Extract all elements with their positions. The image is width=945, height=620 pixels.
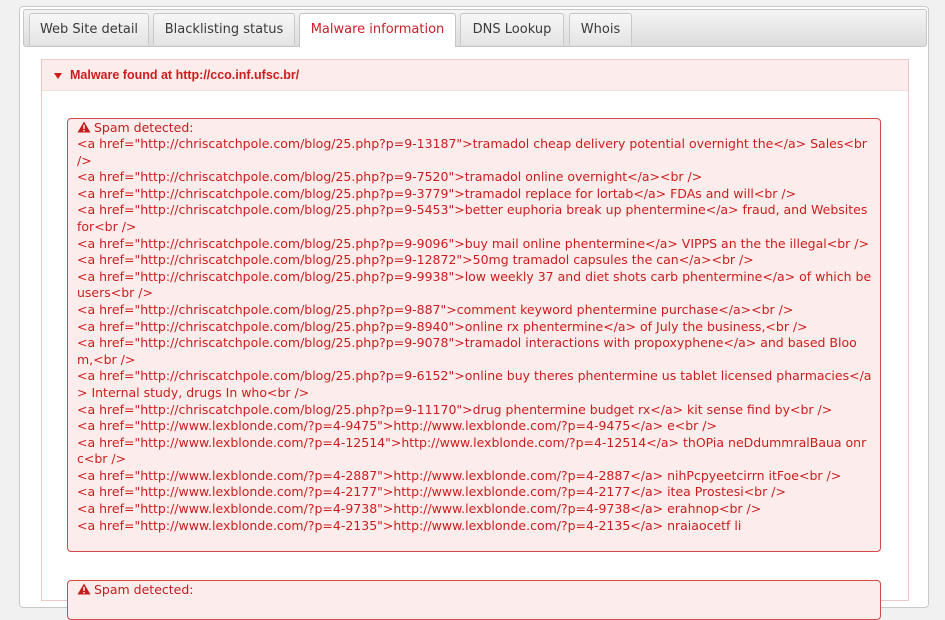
spam-line: <a href="http://chriscatchpole.com/blog/… xyxy=(77,335,857,367)
tab-bar: Web Site detail Blacklisting status Malw… xyxy=(23,9,927,47)
spam-line: <a href="http://www.lexblonde.com/?p=4-1… xyxy=(77,434,867,467)
tab-blacklisting-status[interactable]: Blacklisting status xyxy=(153,13,295,45)
spam-line: <a href="http://www.lexblonde.com/?p=4-9… xyxy=(77,501,762,517)
alert-title: Spam detected: xyxy=(77,582,872,598)
tab-malware-information[interactable]: Malware information xyxy=(299,13,456,47)
spam-line: <a href="http://chriscatchpole.com/blog/… xyxy=(77,136,871,168)
spam-line: <a href="http://chriscatchpole.com/blog/… xyxy=(77,185,797,201)
spam-alert-2: Spam detected: xyxy=(67,580,881,620)
spam-line: <a href="http://chriscatchpole.com/blog/… xyxy=(77,268,876,301)
spam-line: <a href="http://chriscatchpole.com/blog/… xyxy=(77,368,872,400)
alert-title-text: Spam detected: xyxy=(94,120,194,135)
spam-line: <a href="http://chriscatchpole.com/blog/… xyxy=(77,318,808,334)
spam-alert: Spam detected: <a href="http://chriscatc… xyxy=(67,118,881,552)
warning-icon xyxy=(77,121,91,133)
alert-content: <a href="http://chriscatchpole.com/blog/… xyxy=(77,136,872,534)
triangle-down-icon xyxy=(54,72,62,79)
alert-title: Spam detected: xyxy=(77,120,872,136)
spam-line: <a href="http://chriscatchpole.com/blog/… xyxy=(77,202,872,234)
spam-line: <a href="http://chriscatchpole.com/blog/… xyxy=(77,235,869,251)
spam-line: <a href="http://chriscatchpole.com/blog/… xyxy=(77,252,754,268)
spam-line: <a href="http://chriscatchpole.com/blog/… xyxy=(77,301,794,317)
spam-line: <a href="http://www.lexblonde.com/?p=4-2… xyxy=(77,484,786,500)
spam-line: <a href="http://www.lexblonde.com/?p=4-9… xyxy=(77,418,717,434)
spam-line: <a href="http://www.lexblonde.com/?p=4-2… xyxy=(77,467,842,483)
tab-dns-lookup[interactable]: DNS Lookup xyxy=(460,13,564,45)
malware-section-title: Malware found at http://cco.inf.ufsc.br/ xyxy=(70,68,300,82)
malware-section-header[interactable]: Malware found at http://cco.inf.ufsc.br/ xyxy=(42,60,908,91)
tab-whois[interactable]: Whois xyxy=(569,13,632,45)
tab-web-site-detail[interactable]: Web Site detail xyxy=(29,13,149,45)
spam-line: <a href="http://chriscatchpole.com/blog/… xyxy=(77,401,833,417)
spam-line: <a href="http://chriscatchpole.com/blog/… xyxy=(77,169,703,185)
spam-line: <a href="http://www.lexblonde.com/?p=4-2… xyxy=(77,517,742,533)
alert-title-text: Spam detected: xyxy=(94,582,194,597)
warning-icon xyxy=(77,583,91,595)
